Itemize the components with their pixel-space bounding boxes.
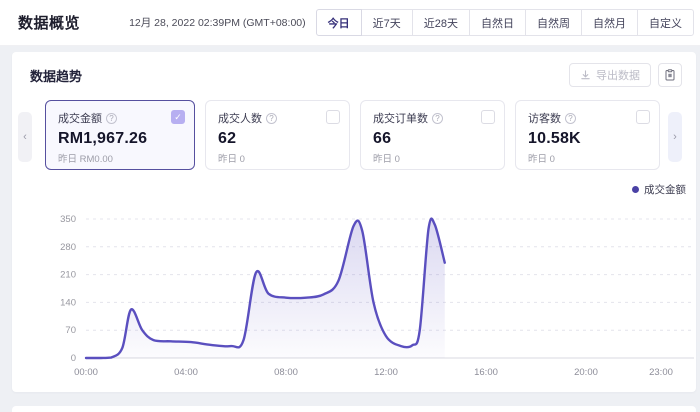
page-title: 数据概览 (18, 12, 80, 33)
x-tick-label: 04:00 (174, 367, 198, 378)
export-data-button[interactable]: 导出数据 (569, 63, 651, 87)
x-tick-label: 23:00 (649, 367, 673, 378)
metric-title: 访客数 (528, 110, 561, 126)
top-header: 数据概览 12月 28, 2022 02:39PM (GMT+08:00) 今日… (0, 0, 700, 46)
metric-title: 成交订单数 (373, 110, 428, 126)
legend-dot-icon (632, 186, 639, 193)
filter-button-1[interactable]: 近7天 (361, 9, 413, 36)
carousel-next-button[interactable]: › (668, 112, 682, 162)
metric-value: RM1,967.26 (58, 130, 182, 148)
filter-button-5[interactable]: 自然月 (581, 9, 638, 36)
metric-value: 66 (373, 130, 492, 148)
filter-button-4[interactable]: 自然周 (525, 9, 582, 36)
y-tick-label: 140 (60, 297, 76, 308)
x-tick-label: 12:00 (374, 367, 398, 378)
section-title: 数据趋势 (30, 66, 82, 85)
date-range-filter: 今日近7天近28天自然日自然周自然月自定义 (316, 9, 694, 36)
header-right: 12月 28, 2022 02:39PM (GMT+08:00) 今日近7天近2… (129, 9, 694, 36)
y-tick-label: 350 (60, 214, 76, 225)
metric-checkbox[interactable] (636, 110, 650, 124)
metric-title: 成交金额 (58, 110, 102, 126)
y-tick-label: 70 (65, 325, 76, 336)
metric-card-0[interactable]: 成交金额? ✓ RM1,967.26 昨日 RM0.00 (45, 100, 195, 170)
trend-chart-svg: 0 70 140 210 280 350 00:00 04:00 08:00 12:00 16:00… (24, 207, 696, 385)
next-section-sliver (12, 406, 696, 412)
metric-checkbox[interactable] (481, 110, 495, 124)
help-icon: ? (565, 113, 576, 124)
metric-yesterday: 昨日 RM0.00 (58, 151, 182, 165)
filter-button-3[interactable]: 自然日 (469, 9, 526, 36)
x-tick-label: 00:00 (74, 367, 98, 378)
x-tick-label: 16:00 (474, 367, 498, 378)
carousel-prev-button[interactable]: ‹ (18, 112, 32, 162)
metric-cards-row: 成交金额?✓RM1,967.26昨日 RM0.00成交人数?62昨日 0成交订单… (12, 100, 696, 170)
metric-value: 10.58K (528, 130, 647, 148)
chevron-left-icon: ‹ (23, 131, 27, 143)
filter-button-2[interactable]: 近28天 (412, 9, 470, 36)
y-tick-label: 0 (71, 353, 76, 364)
report-tool-button[interactable] (658, 63, 682, 87)
chevron-right-icon: › (673, 131, 677, 143)
filter-button-0[interactable]: 今日 (316, 9, 362, 36)
chart-legend[interactable]: 成交金额 (632, 182, 686, 197)
help-icon: ? (106, 113, 117, 124)
filter-button-6[interactable]: 自定义 (637, 9, 694, 36)
metric-card-3[interactable]: 访客数? 10.58K 昨日 0 (515, 100, 660, 170)
download-icon (580, 70, 591, 81)
y-tick-label: 280 (60, 242, 76, 253)
metric-yesterday: 昨日 0 (218, 151, 337, 165)
metric-title: 成交人数 (218, 110, 262, 126)
metric-checkbox[interactable]: ✓ (171, 110, 185, 124)
metric-card-2[interactable]: 成交订单数? 66 昨日 0 (360, 100, 505, 170)
current-datetime: 12月 28, 2022 02:39PM (GMT+08:00) (129, 15, 306, 30)
help-icon: ? (266, 113, 277, 124)
metric-card-1[interactable]: 成交人数? 62 昨日 0 (205, 100, 350, 170)
legend-label: 成交金额 (644, 182, 686, 197)
metric-checkbox[interactable] (326, 110, 340, 124)
metric-yesterday: 昨日 0 (528, 151, 647, 165)
clipboard-icon (664, 69, 676, 81)
trend-chart: 0 70 140 210 280 350 00:00 04:00 08:00 12:00 16:00… (24, 207, 696, 385)
y-tick-label: 210 (60, 270, 76, 281)
x-tick-label: 08:00 (274, 367, 298, 378)
help-icon: ? (432, 113, 443, 124)
data-trend-card: 数据趋势 导出数据 成交金额? ✓ RM1,967.26 昨日 RM0.00 成交人数?… (12, 52, 696, 392)
metric-yesterday: 昨日 0 (373, 151, 492, 165)
x-tick-label: 20:00 (574, 367, 598, 378)
export-data-label: 导出数据 (596, 67, 640, 83)
metric-value: 62 (218, 130, 337, 148)
